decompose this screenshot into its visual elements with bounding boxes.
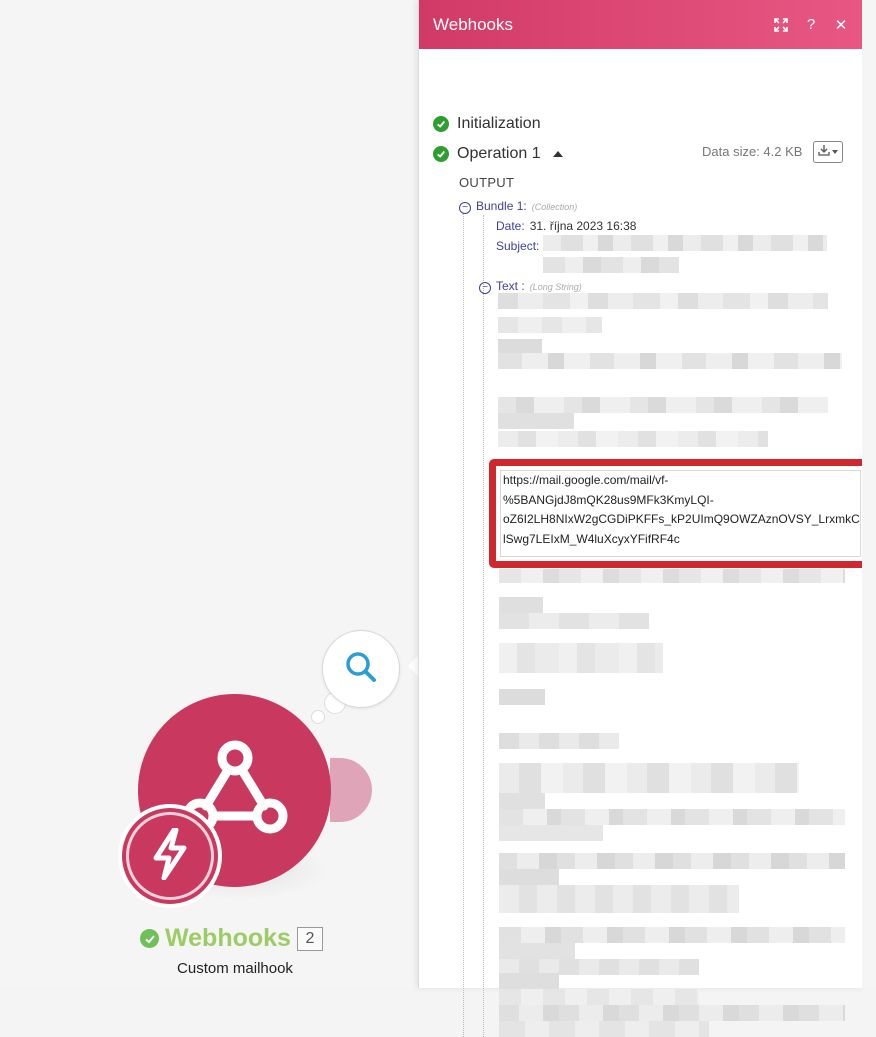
url-line: lSwg7LEIxM_W4luXcyxYFifRF4c [503,531,680,546]
tree-guide [483,293,484,1037]
download-button[interactable] [813,141,843,163]
redacted-text [499,989,699,1005]
date-value: 31. října 2023 16:38 [529,219,637,233]
url-line: oZ6I2LH8NIxW2gCGDiPKFFs_kP2UImQ9OWZAznOV… [503,512,860,526]
redacted-text [499,733,619,749]
redacted-text [499,1021,709,1037]
redacted-text [499,973,559,989]
redacted-text [499,643,663,673]
inspect-bubble[interactable] [322,630,400,708]
webhooks-inspector-panel: Webhooks ? ✕ Initialization Operation 1 … [418,0,872,1037]
collapse-icon[interactable]: − [479,282,491,294]
text-key: Text : [496,279,525,293]
module-connector-handle[interactable] [330,758,372,822]
redacted-text [499,793,545,809]
subject-key: Subject: [496,239,540,253]
expand-icon[interactable] [773,17,789,33]
redacted-text [499,825,603,841]
initialization-label: Initialization [457,115,541,132]
redacted-text [498,431,768,447]
success-check-icon [140,929,159,948]
date-row: Date: 31. října 2023 16:38 [496,219,636,233]
module-label: Webhooks 2 [140,924,323,953]
text-row[interactable]: − Text : (Long String) [479,279,582,294]
redacted-text [499,763,799,793]
operation-label: Operation 1 [457,145,541,162]
redacted-text [499,869,559,885]
redacted-text [499,853,845,869]
redacted-text [498,397,828,413]
redacted-text [499,613,649,629]
success-check-icon [433,146,449,162]
operation-row[interactable]: Operation 1 [433,145,563,163]
redacted-text [498,413,574,429]
url-text-block: https://mail.google.com/mail/vf- %5BANGj… [500,470,861,557]
scenario-canvas: Webhooks 2 Custom mailhook [0,0,420,988]
text-type: (Long String) [529,282,582,292]
redacted-text [499,597,543,613]
subject-row: Subject: [496,239,539,253]
redacted-text [499,1005,845,1021]
bundle-type: (Collection) [531,202,578,212]
initialization-row[interactable]: Initialization [433,115,541,133]
panel-title: Webhooks [433,14,514,34]
download-icon [818,143,830,161]
redacted-text [499,943,575,959]
close-icon[interactable]: ✕ [833,17,849,34]
redacted-text [498,353,842,369]
redacted-text [499,927,845,943]
redacted-text [499,809,845,825]
chevron-down-icon [832,150,838,154]
data-size: Data size: 4.2 KB [702,144,803,159]
tree-guide [463,213,464,1037]
redacted-text [499,569,845,583]
success-check-icon [433,116,449,132]
collapse-icon[interactable]: − [459,202,471,214]
url-line: %5BANGjdJ8mQK28us9MFk3KmyLQI- [503,492,714,507]
bundle-row[interactable]: − Bundle 1: (Collection) [459,199,577,214]
module-name[interactable]: Webhooks [165,924,291,953]
redacted-subject [543,257,679,273]
panel-pointer [408,656,418,676]
redacted-text [498,293,828,309]
bundle-label: Bundle 1: [476,199,527,213]
help-icon[interactable]: ? [803,16,819,33]
bubble-small [311,710,325,724]
lightning-icon [150,827,190,885]
redacted-text [499,885,739,913]
canvas-edge [862,0,876,988]
redacted-text [498,317,602,333]
redacted-subject [543,235,827,251]
operation-count-badge[interactable]: 2 [296,926,323,951]
module-subtitle: Custom mailhook [177,960,293,977]
search-icon [344,650,378,689]
date-key: Date: [496,219,525,233]
output-label: OUTPUT [459,175,515,190]
instant-trigger-badge[interactable] [118,804,222,908]
caret-up-icon[interactable] [552,151,563,157]
header-actions: ? ✕ [773,16,849,34]
panel-header: Webhooks ? ✕ [419,0,863,49]
highlighted-url[interactable]: https://mail.google.com/mail/vf- %5BANGj… [489,459,872,568]
url-line: https://mail.google.com/mail/vf- [503,473,669,487]
redacted-text [499,689,545,705]
